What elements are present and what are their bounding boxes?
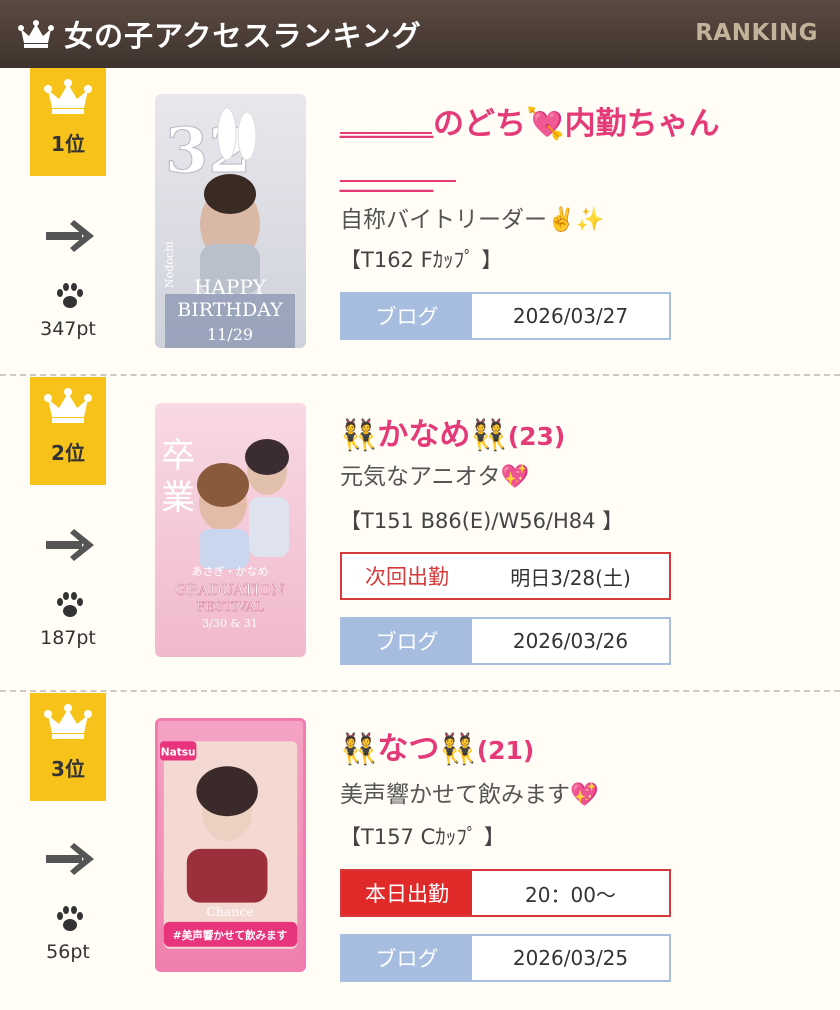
blog-link[interactable]: ブログ 2026/03/26 <box>340 617 671 665</box>
blog-link[interactable]: ブログ 2026/03/27 <box>340 292 671 340</box>
profile-photo[interactable]: 卒 業 あさぎ・かなめ GRADUATION FESTIVAL 3/30 & 3… <box>155 403 306 657</box>
cast-age: (23) <box>507 422 566 451</box>
photo-signature: Nodochi <box>163 241 176 288</box>
rank-number: 3位 <box>51 757 85 781</box>
schedule-value: 20：00〜 <box>525 882 616 907</box>
blog-label: ブログ <box>342 619 472 663</box>
access-points: 56pt <box>46 941 90 963</box>
cast-name-row[interactable]: 👯かなめ👯(23) <box>340 409 565 454</box>
crown-icon <box>44 704 92 739</box>
photo-kanji-2: 業 <box>161 478 195 518</box>
ranking-header: 女の子アクセスランキング RANKING <box>0 0 840 68</box>
arrow-right-icon <box>46 220 94 252</box>
photo-tag: Natsu <box>161 747 196 759</box>
cast-spec: 【T157 Cｶｯﾌﾟ 】 <box>340 825 505 849</box>
photo-caption-2: FESTIVAL <box>196 600 264 615</box>
cast-catchphrase: 自称バイトリーダー✌️✨ <box>340 207 605 233</box>
dancers-emoji-icon: 👯 <box>439 732 477 767</box>
blog-date: 2026/03/27 <box>512 304 629 328</box>
photo-dates: 3/30 & 31 <box>202 617 257 630</box>
blog-label: ブログ <box>342 936 472 980</box>
name-underline <box>340 180 456 182</box>
entry-divider <box>0 374 840 376</box>
photo-banner: #美声響かせて飲みます <box>173 929 287 942</box>
dancers-emoji-icon: 👯 <box>340 732 378 767</box>
schedule-label: 本日出勤 <box>342 871 472 915</box>
access-points: 187pt <box>40 627 96 649</box>
ranking-title: 女の子アクセスランキング <box>64 19 422 53</box>
cast-catchphrase: 美声響かせて飲みます💖 <box>340 782 599 808</box>
photo-caption-2: BIRTHDAY <box>177 299 283 321</box>
access-points: 347pt <box>40 318 96 340</box>
next-shift-box[interactable]: 次回出勤 明日3/28(土) <box>340 552 671 600</box>
arrow-right-icon <box>46 843 94 875</box>
blog-date: 2026/03/26 <box>512 629 629 653</box>
today-shift-box[interactable]: 本日出勤 20：00〜 <box>340 869 671 917</box>
dancers-emoji-icon: 👯 <box>470 418 508 453</box>
photo-kanji-1: 卒 <box>161 436 195 476</box>
cast-spec: 【T151 B86(E)/W56/H84 】 <box>340 509 624 533</box>
photo-date: 11/29 <box>207 325 253 344</box>
cast-name-row[interactable]: 👯なつ👯(21) <box>340 723 534 768</box>
rank-badge: 2位 <box>30 377 106 485</box>
rank-number: 1位 <box>51 132 85 156</box>
ranking-en-label: RANKING <box>695 20 818 46</box>
cast-catchphrase: 元気なアニオタ💖 <box>340 464 530 490</box>
cast-age: (21) <box>476 736 535 765</box>
blog-label: ブログ <box>342 294 472 338</box>
cast-name-suffix: ＿＿＿ <box>340 160 433 196</box>
crown-icon <box>18 20 54 48</box>
paw-icon <box>57 906 83 931</box>
paw-icon <box>57 283 83 308</box>
blog-link[interactable]: ブログ 2026/03/25 <box>340 934 671 982</box>
photo-caption-1: HAPPY <box>194 275 267 299</box>
cast-spec: 【T162 Fｶｯﾌﾟ 】 <box>340 248 503 272</box>
blog-date: 2026/03/25 <box>512 946 629 970</box>
rank-badge: 1位 <box>30 68 106 176</box>
photo-names: あさぎ・かなめ <box>192 564 269 578</box>
profile-photo[interactable]: Natsu Chance #美声響かせて飲みます <box>155 718 306 972</box>
schedule-value: 明日3/28(土) <box>510 565 631 590</box>
paw-icon <box>57 592 83 617</box>
cast-name: かなめ <box>377 417 471 453</box>
arrow-right-icon <box>46 529 94 561</box>
photo-brand: Chance <box>206 904 253 919</box>
photo-caption-1: GRADUATION <box>175 581 285 599</box>
rank-number: 2位 <box>51 441 85 465</box>
profile-photo[interactable]: 32 Nodochi HAPPY BIRTHDAY 11/29 <box>155 94 306 348</box>
crown-icon <box>44 388 92 423</box>
crown-icon <box>44 79 92 114</box>
dancers-emoji-icon: 👯 <box>340 418 378 453</box>
entry-divider <box>0 690 840 692</box>
name-underline <box>340 132 432 134</box>
rank-badge: 3位 <box>30 693 106 801</box>
cast-name[interactable]: ＿＿＿のどち💘内勤ちゃん <box>340 98 720 143</box>
schedule-label: 次回出勤 <box>342 554 472 598</box>
cast-name: なつ <box>377 731 440 767</box>
